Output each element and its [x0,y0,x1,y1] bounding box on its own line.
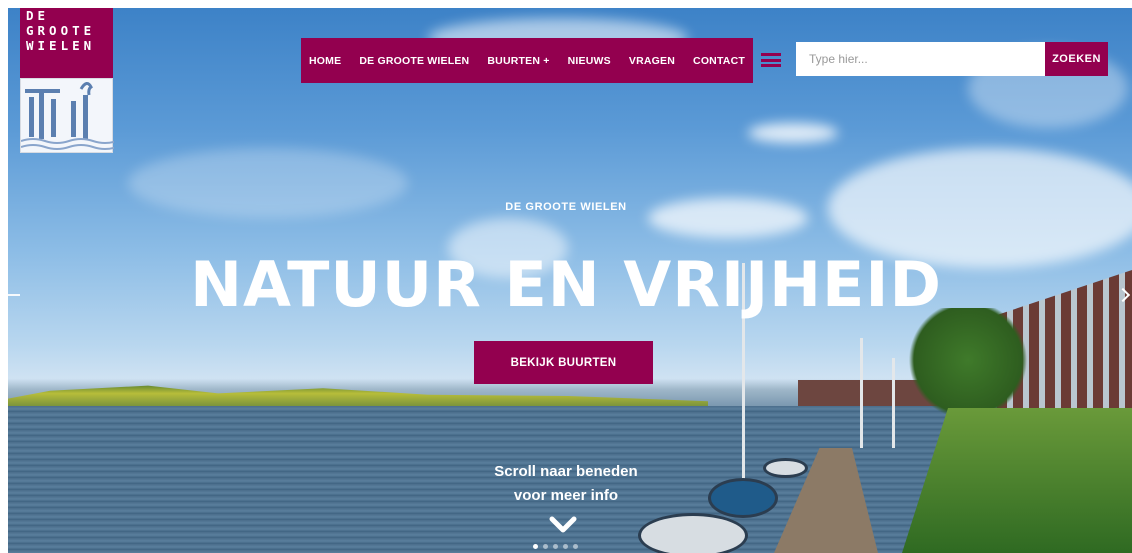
nav-item-de-groote-wielen[interactable]: DE GROOTE WIELEN [359,55,469,67]
hero-kicker: DE GROOTE WIELEN [505,201,627,213]
hamburger-bar [761,64,781,67]
slider-dot[interactable] [563,544,568,549]
arrow-left-icon[interactable] [8,294,20,296]
hamburger-icon[interactable] [761,53,781,67]
scroll-hint-line: Scroll naar beneden [494,463,638,480]
hamburger-bar [761,58,781,62]
view-neighbourhoods-button[interactable]: BEKIJK BUURTEN [474,341,653,384]
hamburger-bar [761,53,781,56]
cloud [748,123,838,143]
slider-dot[interactable] [533,544,538,549]
scroll-hint[interactable]: Scroll naar beneden voor meer info [0,460,1132,508]
search-form: ZOEKEN [796,42,1108,76]
heron-posts-icon [20,82,118,150]
nav-item-contact[interactable]: CONTACT [693,55,745,67]
slider-dot[interactable] [553,544,558,549]
logo-line: GROOTE [26,23,96,38]
boat [638,513,748,553]
hero-headline: NATUUR EN VRIJHEID [190,248,942,321]
site-logo[interactable]: DE GROOTE WIELEN [20,8,118,153]
slider-pagination [533,544,578,549]
main-navigation: HOME DE GROOTE WIELEN BUURTEN + NIEUWS V… [301,38,753,83]
nav-item-vragen[interactable]: VRAGEN [629,55,675,67]
scroll-hint-line: voor meer info [513,487,619,504]
logo-line: DE [26,8,50,23]
slider-dot[interactable] [543,544,548,549]
search-input[interactable] [796,42,1045,76]
boat-mast [892,358,895,448]
search-button[interactable]: ZOEKEN [1045,42,1108,76]
chevron-down-icon[interactable] [549,515,577,535]
slider-dot[interactable] [573,544,578,549]
boat-mast [860,338,863,448]
nav-item-buurten[interactable]: BUURTEN + [487,55,549,67]
logo-heron-image [20,78,118,153]
nav-item-home[interactable]: HOME [309,55,341,67]
logo-line: WIELEN [26,38,96,53]
nav-item-nieuws[interactable]: NIEUWS [568,55,611,67]
